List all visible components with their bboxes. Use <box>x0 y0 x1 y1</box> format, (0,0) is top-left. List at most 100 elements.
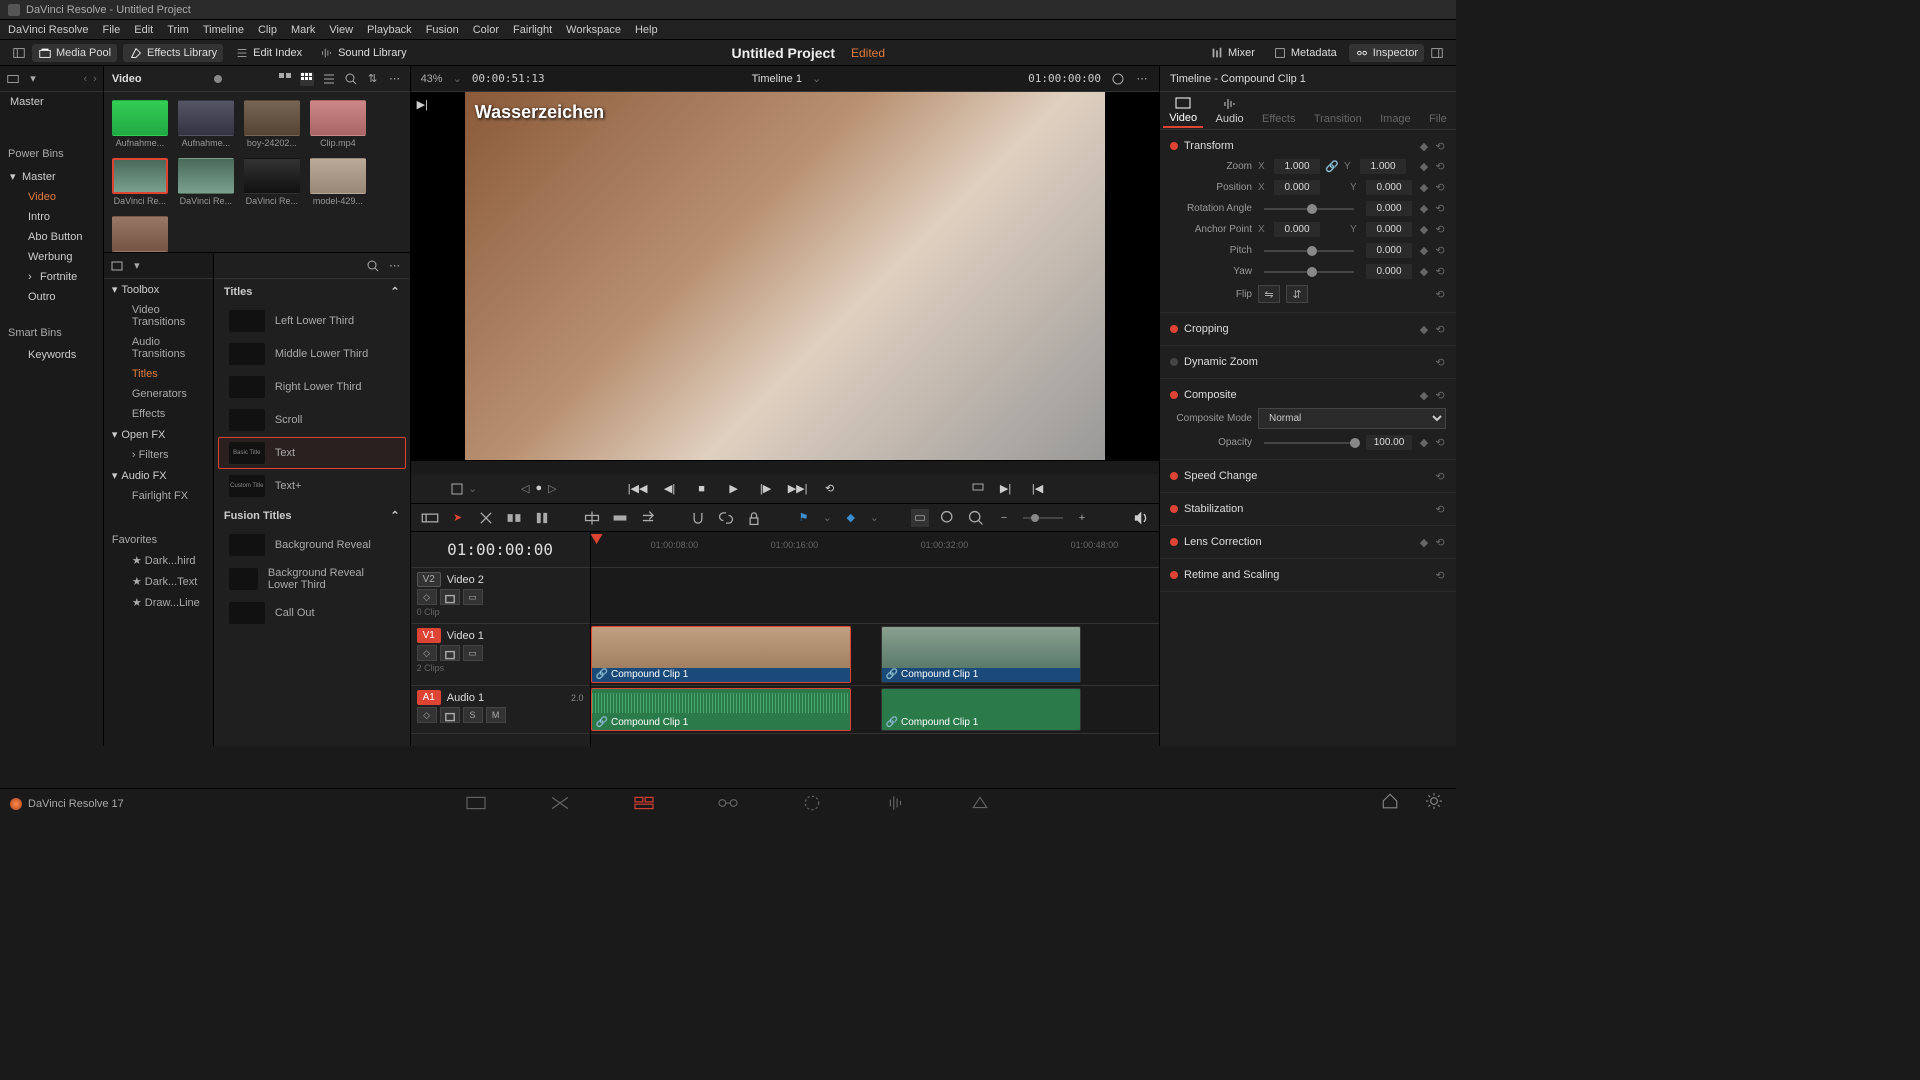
more-icon[interactable]: ⋯ <box>388 259 402 273</box>
track-header-v1[interactable]: V1Video 1 ◇ ▭ 2 Clips <box>411 624 590 686</box>
keyframe-icon[interactable]: ◆ <box>1418 203 1430 215</box>
menu-trim[interactable]: Trim <box>167 24 189 36</box>
track-tag-a1[interactable]: A1 <box>417 690 441 705</box>
rotation-slider[interactable] <box>1264 208 1354 210</box>
audio-clip[interactable]: 🔗Compound Clip 1 <box>881 688 1081 731</box>
bin-abo[interactable]: Abo Button <box>0 227 103 247</box>
menu-playback[interactable]: Playback <box>367 24 412 36</box>
flip-v-button[interactable]: ⇵ <box>1286 285 1308 303</box>
sound-library-toggle[interactable]: Sound Library <box>314 44 413 62</box>
opacity-input[interactable] <box>1366 435 1412 450</box>
bin-master[interactable]: Master <box>0 92 103 112</box>
bin-intro[interactable]: Intro <box>0 207 103 227</box>
flag-icon[interactable]: ⚑ <box>795 509 813 527</box>
panel-toggle-right-icon[interactable] <box>1430 46 1444 60</box>
mixer-toggle[interactable]: Mixer <box>1204 44 1261 62</box>
out-point-icon[interactable]: |◀ <box>1027 480 1049 498</box>
auto-select-icon[interactable]: ◇ <box>417 707 437 723</box>
track-tag-v2[interactable]: V2 <box>417 572 441 587</box>
composite-mode-select[interactable]: Normal <box>1258 408 1446 429</box>
menu-edit[interactable]: Edit <box>134 24 153 36</box>
panel-toggle-icon[interactable] <box>12 46 26 60</box>
track-tag-v1[interactable]: V1 <box>417 628 441 643</box>
lock-icon[interactable] <box>745 509 763 527</box>
reset-icon[interactable]: ⟲ <box>1434 224 1446 236</box>
menu-file[interactable]: File <box>103 24 121 36</box>
transform-overlay-icon[interactable] <box>450 482 464 496</box>
marker-icon[interactable]: ◆ <box>842 509 860 527</box>
enable-dot-icon[interactable] <box>1170 391 1178 399</box>
prev-edit-icon[interactable]: ◁ <box>521 482 529 495</box>
color-page-icon[interactable] <box>800 794 824 812</box>
dynamic-trim-icon[interactable] <box>505 509 523 527</box>
loop-icon[interactable]: ⟲ <box>819 480 841 498</box>
reset-icon[interactable]: ⟲ <box>1434 503 1446 515</box>
zoom-y-input[interactable] <box>1360 159 1406 174</box>
enable-dot-icon[interactable] <box>1170 358 1178 366</box>
keyframe-icon[interactable]: ◆ <box>1418 224 1430 236</box>
fusion-title-item[interactable]: Background Reveal <box>218 529 406 561</box>
reset-icon[interactable]: ⟲ <box>1434 140 1446 152</box>
track-lane-v1[interactable]: 🔗Compound Clip 1 🔗Compound Clip 1 <box>591 624 1159 686</box>
pos-x-input[interactable] <box>1274 180 1320 195</box>
enable-dot-icon[interactable] <box>1170 505 1178 513</box>
video-clip[interactable]: 🔗Compound Clip 1 <box>881 626 1081 683</box>
eff-titles[interactable]: Titles <box>104 364 213 384</box>
media-thumb[interactable]: Aufnahme... <box>112 100 168 148</box>
step-fwd-icon[interactable]: |▶ <box>755 480 777 498</box>
bin-keywords[interactable]: Keywords <box>0 345 103 365</box>
track-lock-icon[interactable] <box>440 589 460 605</box>
reset-icon[interactable]: ⟲ <box>1434 437 1446 449</box>
anchor-x-input[interactable] <box>1274 222 1320 237</box>
yaw-input[interactable] <box>1366 264 1412 279</box>
track-header-a1[interactable]: A1Audio 12.0 ◇ S M <box>411 686 590 734</box>
fairlight-page-icon[interactable] <box>884 794 908 812</box>
lens-section[interactable]: Lens Correction◆⟲ <box>1160 526 1456 559</box>
in-point-icon[interactable]: ▶| <box>995 480 1017 498</box>
mute-button[interactable]: M <box>486 707 506 723</box>
reset-icon[interactable]: ⟲ <box>1434 266 1446 278</box>
metadata-toggle[interactable]: Metadata <box>1267 44 1343 62</box>
anchor-y-input[interactable] <box>1366 222 1412 237</box>
inspector-tab-audio[interactable]: Audio <box>1210 95 1250 127</box>
title-item-text[interactable]: Basic TitleText <box>218 437 406 469</box>
current-edit-icon[interactable]: ● <box>535 482 542 495</box>
title-item[interactable]: Scroll <box>218 404 406 436</box>
keyframe-icon[interactable]: ◆ <box>1418 140 1430 152</box>
timeline-ruler[interactable]: 01:00:08:00 01:00:16:00 01:00:32:00 01:0… <box>591 532 1159 568</box>
replace-icon[interactable] <box>639 509 657 527</box>
menu-mark[interactable]: Mark <box>291 24 315 36</box>
edit-index-toggle[interactable]: Edit Index <box>229 44 308 62</box>
reset-icon[interactable]: ⟲ <box>1434 161 1446 173</box>
timeline-tracks[interactable]: 01:00:08:00 01:00:16:00 01:00:32:00 01:0… <box>591 532 1159 746</box>
pitch-slider[interactable] <box>1264 250 1354 252</box>
chevron-down-icon[interactable]: ▾ <box>26 72 40 86</box>
media-thumb[interactable]: boy-24202... <box>244 100 300 148</box>
audio-clip[interactable]: 🔗Compound Clip 1 <box>591 688 851 731</box>
fav-item[interactable]: ★ Draw...Line <box>104 592 213 613</box>
media-thumb[interactable]: DaVinci Re... <box>112 158 168 206</box>
chevron-down-icon[interactable]: ⌄ <box>453 72 462 85</box>
auto-select-icon[interactable]: ◇ <box>417 645 437 661</box>
chevron-down-icon[interactable]: ⌄ <box>468 482 477 495</box>
go-end-icon[interactable]: ▶▶| <box>787 480 809 498</box>
dynamic-zoom-section[interactable]: Dynamic Zoom⟲ <box>1160 346 1456 379</box>
snap-icon[interactable] <box>689 509 707 527</box>
reset-icon[interactable]: ⟲ <box>1434 536 1446 548</box>
home-icon[interactable] <box>1378 792 1402 810</box>
track-header-v2[interactable]: V2Video 2 ◇ ▭ 0 Clip <box>411 568 590 624</box>
title-item[interactable]: Middle Lower Third <box>218 338 406 370</box>
timeline-view-icon[interactable] <box>421 509 439 527</box>
viewer-scrubber[interactable] <box>411 460 1159 474</box>
keyframe-icon[interactable]: ◆ <box>1418 536 1430 548</box>
enable-dot-icon[interactable] <box>1170 538 1178 546</box>
keyframe-icon[interactable]: ◆ <box>1418 323 1430 335</box>
fusion-title-item[interactable]: Call Out <box>218 597 406 629</box>
zoom-in-icon[interactable]: + <box>1073 509 1091 527</box>
reset-icon[interactable]: ⟲ <box>1434 182 1446 194</box>
reset-icon[interactable]: ⟲ <box>1434 323 1446 335</box>
track-disable-icon[interactable]: ▭ <box>463 589 483 605</box>
stop-button[interactable]: ■ <box>691 480 713 498</box>
next-edit-icon[interactable]: ▷ <box>548 482 556 495</box>
media-pool-toggle[interactable]: Media Pool <box>32 44 117 62</box>
